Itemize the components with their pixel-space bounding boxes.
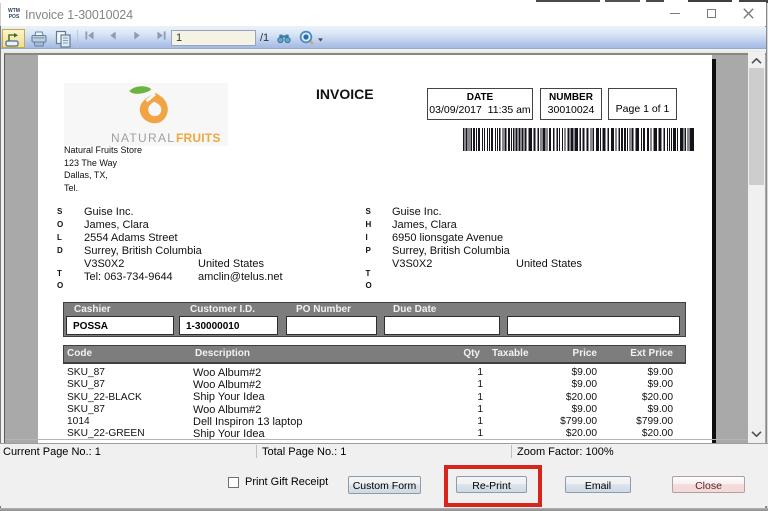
- svg-text:FRUITS: FRUITS: [176, 131, 221, 144]
- svg-text:NATURAL: NATURAL: [111, 131, 175, 144]
- svg-text:POS: POS: [9, 14, 20, 19]
